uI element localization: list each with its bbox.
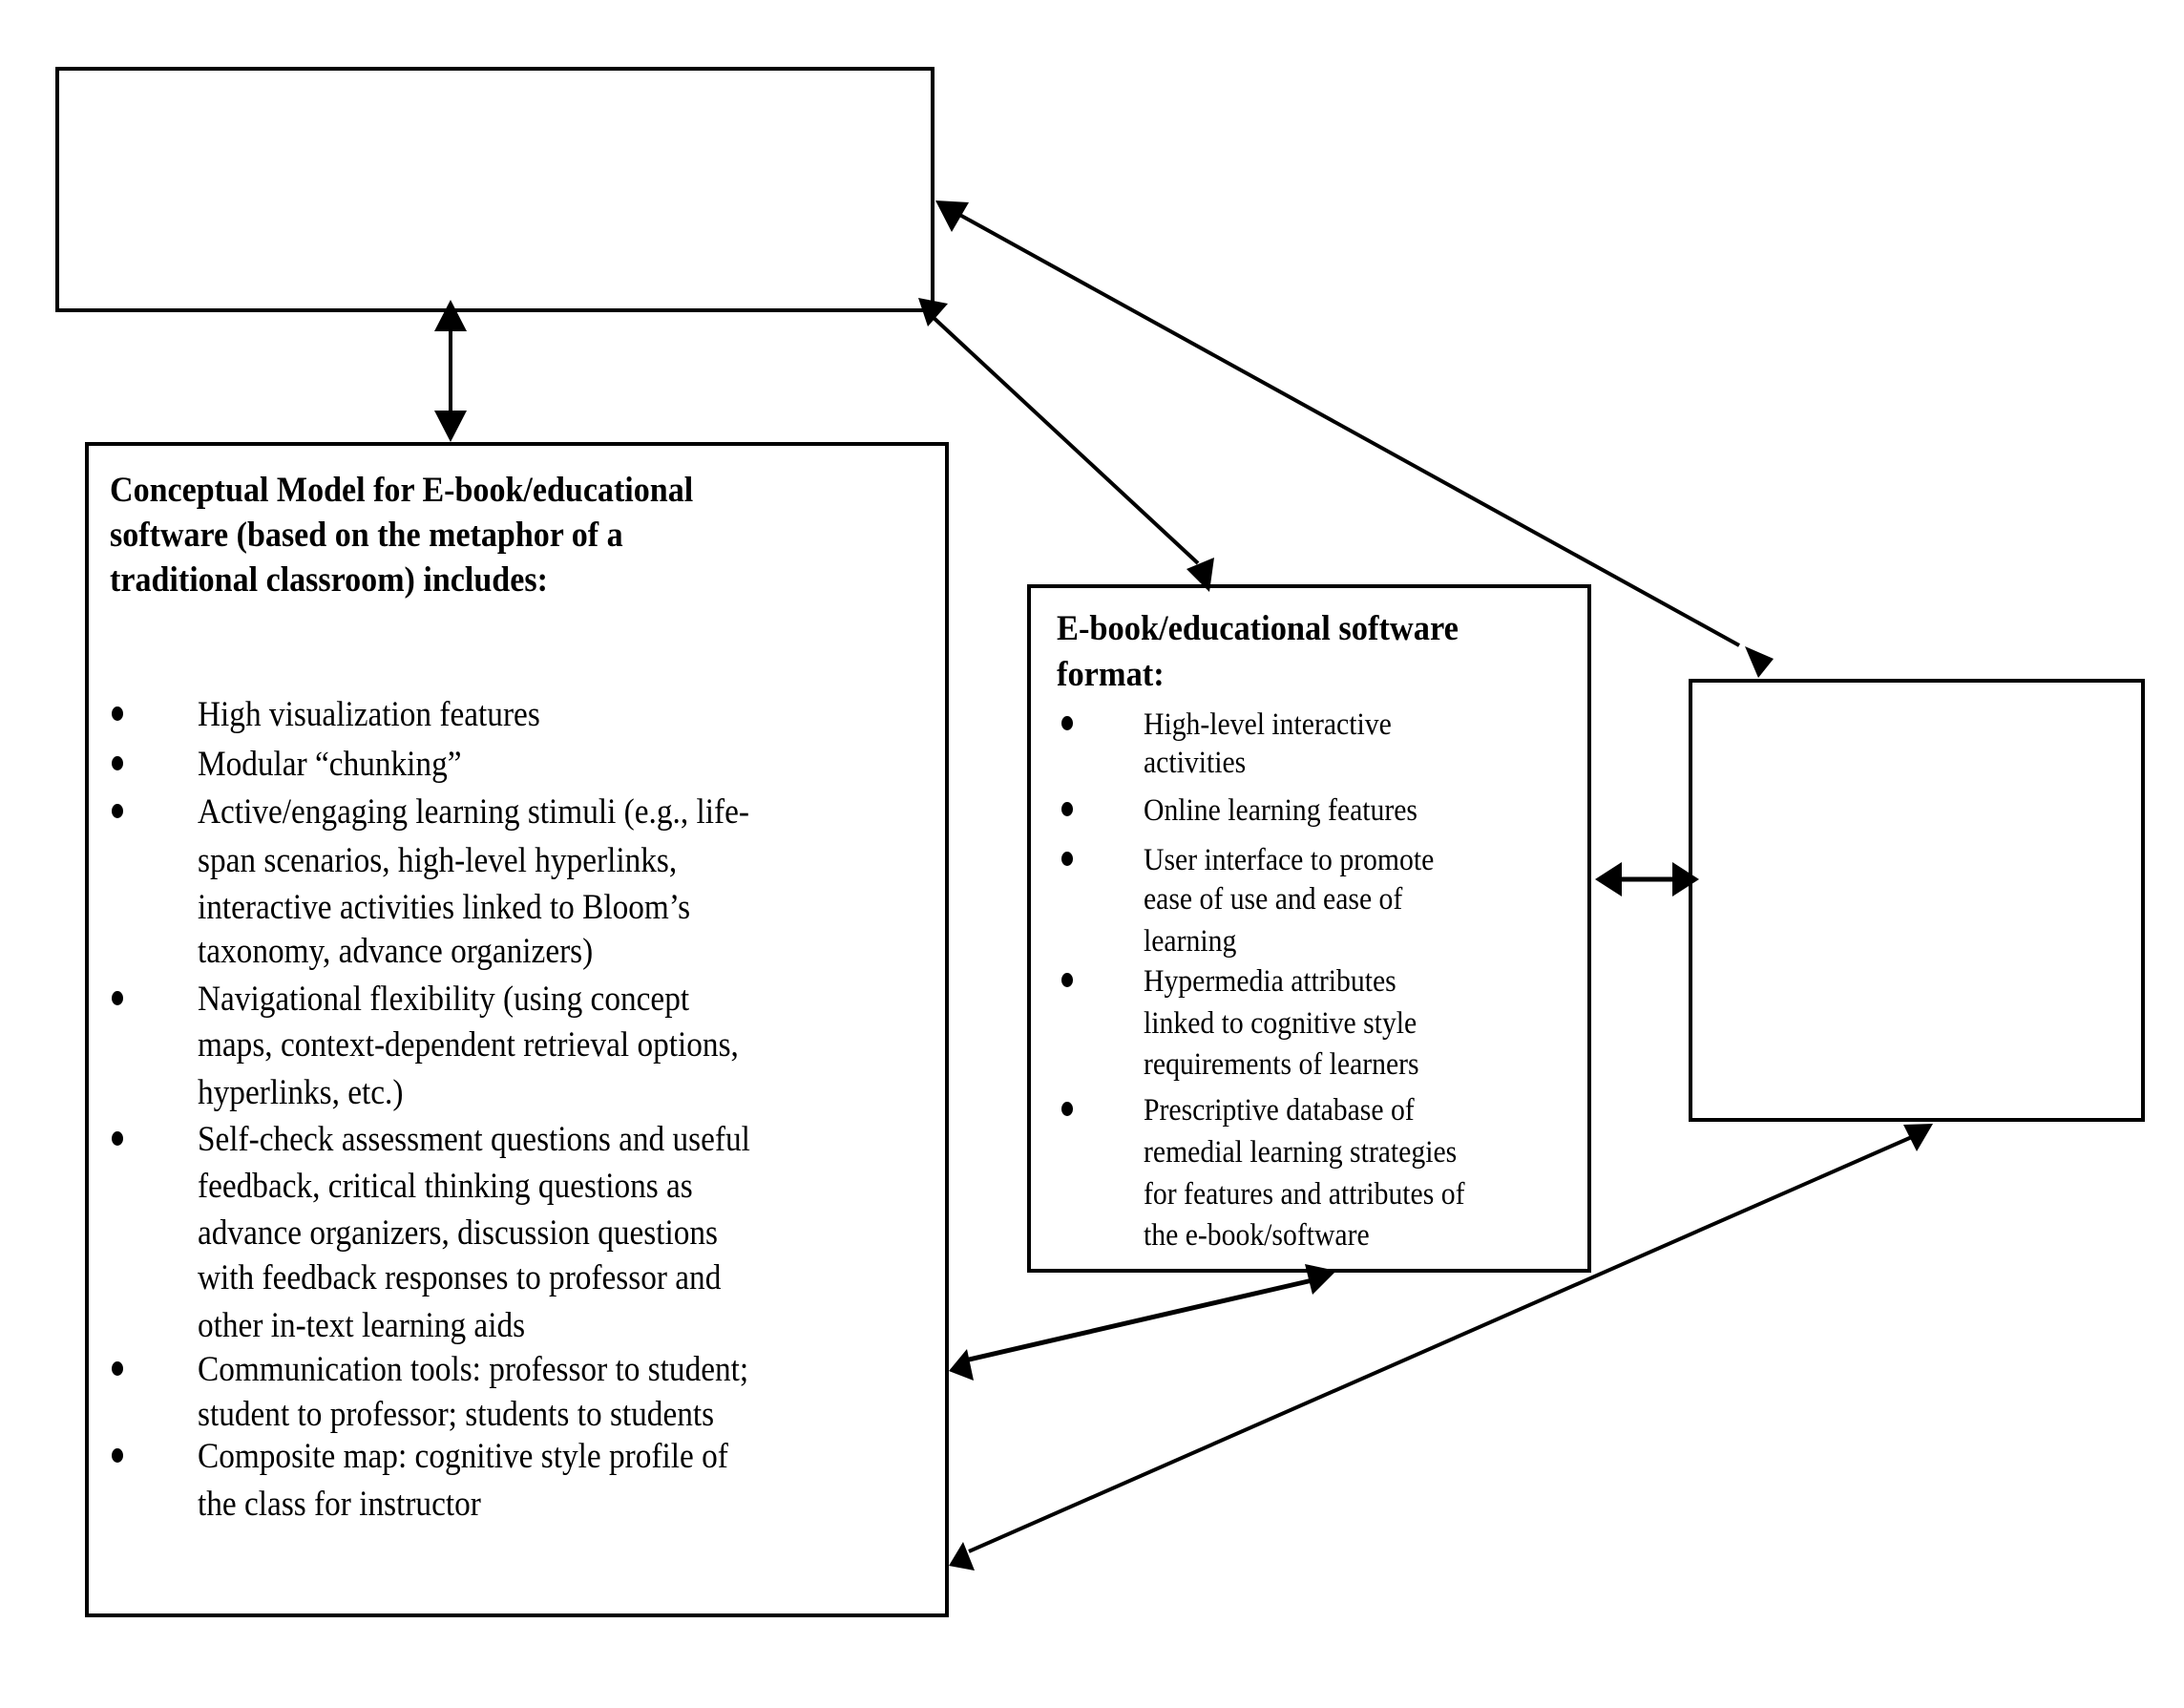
conceptual-bullet-line: student to professor; students to studen… [198,1397,771,1432]
bullet-icon [1061,973,1073,987]
ebook-bullet-line: Hypermedia attributes [1144,966,1424,998]
conceptual-bullet-text: student to professor; students to studen… [198,1395,715,1434]
arrowhead-icon [1903,1124,1933,1151]
ebook-bullet-text: requirements of learners [1144,1047,1419,1082]
ebook-bullet-text: Hypermedia attributes [1144,964,1396,999]
ebook-bullet-text: remedial learning strategies [1144,1135,1458,1170]
ebook-bullet-text: for features and attributes of [1144,1177,1465,1212]
ebook-bullet-line: Prescriptive database of [1144,1095,1444,1127]
ebook-bullet-text: activities [1144,746,1247,780]
conceptual-bullet-line: Communication tools: professor to studen… [198,1352,809,1387]
ebook-bullet-line: for features and attributes of [1144,1179,1501,1211]
bullet-icon [112,1361,123,1376]
conceptual-bullet-line: other in-text learning aids [198,1308,561,1343]
arrowhead-icon [949,1349,974,1381]
conceptual-bullet-text: the class for instructor [198,1485,481,1524]
arrowhead-icon [1595,862,1622,896]
ebook-bullet-line: linked to cognitive style [1144,1008,1447,1040]
ebook-bullet-text: High-level interactive [1144,707,1392,742]
ebook-bullet-line: Online learning features [1144,795,1448,827]
ebook-bullet-line: the e-book/software [1144,1220,1395,1252]
ebook-bullet-line: remedial learning strategies [1144,1137,1492,1169]
ebook-format-bullet-list: High-level interactive activities Online l… [0,0,1588,1266]
arrowhead-icon [1745,646,1774,678]
ebook-bullet-text: Prescriptive database of [1144,1093,1415,1128]
ebook-bullet-text: Online learning features [1144,793,1418,828]
ebook-bullet-line: activities [1144,748,1257,779]
ebook-bullet-line: learning [1144,926,1247,958]
bullet-icon [1061,716,1073,730]
student-outcomes-box [1689,679,2145,1122]
ebook-bullet-text: User interface to promote [1144,843,1435,877]
bullet-icon [1061,1102,1073,1116]
ebook-bullet-text: learning [1144,924,1237,959]
conceptual-bullet-text: Communication tools: professor to studen… [198,1350,749,1389]
conceptual-bullet-line: the class for instructor [198,1487,513,1522]
arrowhead-icon [949,1542,975,1571]
conceptual-bullet-text: other in-text learning aids [198,1306,526,1345]
ebook-bullet-line: User interface to promote [1144,845,1466,876]
arrow-ebook-conceptual-line [968,1277,1313,1362]
ebook-bullet-line: requirements of learners [1144,1049,1450,1081]
conceptual-bullet-text: Composite map: cognitive style profile o… [198,1437,728,1476]
ebook-bullet-line: High-level interactive [1144,709,1419,741]
ebook-bullet-text: ease of use and ease of [1144,882,1403,917]
bullet-icon [112,1448,123,1463]
bullet-icon [1061,802,1073,816]
ebook-bullet-text: linked to cognitive style [1144,1006,1418,1041]
ebook-bullet-text: the e-book/software [1144,1218,1370,1253]
conceptual-bullet-line: Composite map: cognitive style profile o… [198,1439,788,1474]
bullet-icon [1061,852,1073,866]
ebook-bullet-line: ease of use and ease of [1144,884,1431,916]
